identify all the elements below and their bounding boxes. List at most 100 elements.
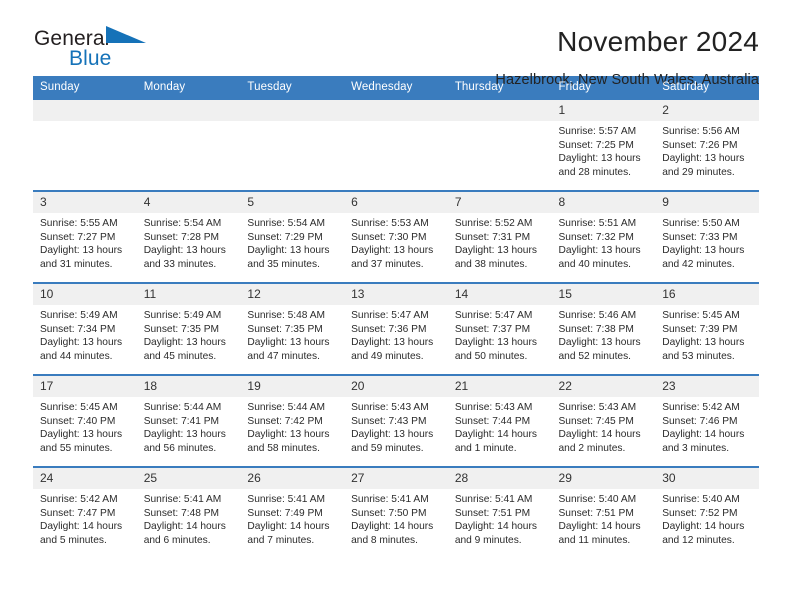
- day-number: [136, 100, 241, 121]
- day-number: 28: [447, 468, 552, 489]
- day-number: 22: [551, 376, 656, 397]
- calendar-day-cell[interactable]: 7 Sunrise: 5:52 AM Sunset: 7:31 PM Daylight…: [447, 190, 552, 283]
- day-cell-inner: 15 Sunrise: 5:46 AM Sunset: 7:38 PM Dayligh…: [551, 284, 656, 374]
- calendar-day-cell-empty: [344, 98, 448, 191]
- day-details: [344, 121, 448, 125]
- day-cell-inner: 20 Sunrise: 5:43 AM Sunset: 7:43 PM Dayligh…: [344, 376, 448, 466]
- calendar-day-cell[interactable]: 16 Sunrise: 5:45 AM Sunset: 7:39 PM Dayligh…: [655, 282, 759, 375]
- calendar-day-cell[interactable]: 4 Sunrise: 5:54 AM Sunset: 7:28 PM Daylight…: [136, 190, 241, 283]
- day-cell-inner: [344, 100, 448, 190]
- calendar-day-cell[interactable]: 27 Sunrise: 5:41 AM Sunset: 7:50 PM Dayligh…: [344, 466, 448, 558]
- sunrise-time: Sunrise: 5:53 AM: [351, 218, 429, 229]
- daylight-duration-cont: and 49 minutes.: [351, 350, 424, 362]
- day-cell-inner: 19 Sunrise: 5:44 AM Sunset: 7:42 PM Dayligh…: [240, 376, 345, 466]
- blue-triangle-flag-icon: [106, 24, 148, 51]
- day-details: Sunrise: 5:44 AM Sunset: 7:42 PM Daylight:…: [240, 397, 344, 455]
- day-details: Sunrise: 5:45 AM Sunset: 7:40 PM Daylight:…: [33, 397, 137, 455]
- calendar-day-cell[interactable]: 28 Sunrise: 5:41 AM Sunset: 7:51 PM Dayligh…: [447, 466, 552, 558]
- day-cell-inner: 8 Sunrise: 5:51 AM Sunset: 7:32 PM Daylight…: [551, 192, 656, 282]
- daylight-duration: Daylight: 14 hours: [247, 521, 330, 533]
- daylight-duration: Daylight: 14 hours: [40, 521, 123, 533]
- day-number: [447, 100, 552, 121]
- daylight-duration-cont: and 9 minutes.: [454, 534, 522, 546]
- daylight-duration: Daylight: 14 hours: [143, 521, 226, 533]
- day-details: Sunrise: 5:46 AM Sunset: 7:38 PM Daylight:…: [552, 305, 656, 363]
- day-cell-inner: [447, 100, 552, 190]
- day-cell-inner: 30 Sunrise: 5:40 AM Sunset: 7:52 PM Dayligh…: [655, 468, 759, 558]
- daylight-duration: Daylight: 13 hours: [247, 337, 330, 349]
- day-details: Sunrise: 5:49 AM Sunset: 7:34 PM Daylight:…: [33, 305, 137, 363]
- day-number: 21: [447, 376, 552, 397]
- daylight-duration-cont: and 53 minutes.: [662, 350, 735, 362]
- daylight-duration: Daylight: 14 hours: [558, 429, 641, 441]
- calendar-day-cell[interactable]: 25 Sunrise: 5:41 AM Sunset: 7:48 PM Dayligh…: [136, 466, 241, 558]
- daylight-duration: Daylight: 13 hours: [558, 153, 641, 165]
- sunrise-time: Sunrise: 5:45 AM: [40, 402, 118, 413]
- calendar-day-cell[interactable]: 20 Sunrise: 5:43 AM Sunset: 7:43 PM Dayligh…: [344, 374, 448, 467]
- calendar-day-cell[interactable]: 29 Sunrise: 5:40 AM Sunset: 7:51 PM Dayligh…: [551, 466, 656, 558]
- calendar-day-cell[interactable]: 14 Sunrise: 5:47 AM Sunset: 7:37 PM Dayligh…: [447, 282, 552, 375]
- day-details: Sunrise: 5:41 AM Sunset: 7:50 PM Daylight:…: [344, 489, 448, 547]
- sunset-time: Sunset: 7:29 PM: [247, 231, 323, 243]
- calendar-day-cell[interactable]: 21 Sunrise: 5:43 AM Sunset: 7:44 PM Dayligh…: [447, 374, 552, 467]
- day-details: Sunrise: 5:47 AM Sunset: 7:36 PM Daylight:…: [344, 305, 448, 363]
- calendar-day-cell[interactable]: 3 Sunrise: 5:55 AM Sunset: 7:27 PM Daylight…: [33, 190, 137, 283]
- sunrise-time: Sunrise: 5:56 AM: [662, 126, 740, 137]
- calendar-day-cell[interactable]: 2 Sunrise: 5:56 AM Sunset: 7:26 PM Daylight…: [655, 98, 759, 191]
- calendar-day-cell[interactable]: 17 Sunrise: 5:45 AM Sunset: 7:40 PM Dayligh…: [33, 374, 137, 467]
- weekday-header-wednesday: Wednesday: [344, 76, 448, 99]
- calendar-day-cell[interactable]: 10 Sunrise: 5:49 AM Sunset: 7:34 PM Dayligh…: [33, 282, 137, 375]
- day-number: 6: [344, 192, 448, 213]
- sunset-time: Sunset: 7:36 PM: [351, 323, 427, 335]
- day-cell-inner: 11 Sunrise: 5:49 AM Sunset: 7:35 PM Dayligh…: [136, 284, 241, 374]
- day-number: 30: [655, 468, 759, 489]
- calendar-day-cell[interactable]: 12 Sunrise: 5:48 AM Sunset: 7:35 PM Dayligh…: [240, 282, 345, 375]
- daylight-duration: Daylight: 13 hours: [558, 245, 641, 257]
- day-number: 11: [136, 284, 241, 305]
- day-number: 8: [551, 192, 656, 213]
- brand-logo[interactable]: General Blue: [33, 24, 214, 70]
- calendar-day-cell[interactable]: 23 Sunrise: 5:42 AM Sunset: 7:46 PM Dayligh…: [655, 374, 759, 467]
- calendar-day-cell[interactable]: 22 Sunrise: 5:43 AM Sunset: 7:45 PM Dayligh…: [551, 374, 656, 467]
- calendar-day-cell[interactable]: 24 Sunrise: 5:42 AM Sunset: 7:47 PM Dayligh…: [33, 466, 137, 558]
- title-block: November 2024 Hazelbrook, New South Wale…: [495, 24, 759, 89]
- daylight-duration-cont: and 42 minutes.: [662, 258, 735, 270]
- daylight-duration-cont: and 3 minutes.: [662, 442, 730, 454]
- calendar-day-cell[interactable]: 18 Sunrise: 5:44 AM Sunset: 7:41 PM Dayligh…: [136, 374, 241, 467]
- calendar-day-cell[interactable]: 26 Sunrise: 5:41 AM Sunset: 7:49 PM Dayligh…: [240, 466, 345, 558]
- daylight-duration-cont: and 40 minutes.: [558, 258, 632, 270]
- sunrise-time: Sunrise: 5:41 AM: [143, 494, 222, 505]
- day-details: [448, 121, 552, 125]
- day-details: Sunrise: 5:50 AM Sunset: 7:33 PM Daylight:…: [655, 213, 759, 271]
- calendar-day-cell[interactable]: 8 Sunrise: 5:51 AM Sunset: 7:32 PM Daylight…: [551, 190, 656, 283]
- calendar-day-cell[interactable]: 13 Sunrise: 5:47 AM Sunset: 7:36 PM Dayligh…: [344, 282, 448, 375]
- sunrise-time: Sunrise: 5:43 AM: [558, 402, 637, 413]
- sunrise-time: Sunrise: 5:52 AM: [454, 218, 533, 229]
- daylight-duration: Daylight: 13 hours: [454, 337, 537, 349]
- sunset-time: Sunset: 7:52 PM: [662, 507, 738, 519]
- day-cell-inner: 22 Sunrise: 5:43 AM Sunset: 7:45 PM Dayligh…: [551, 376, 656, 466]
- calendar-day-cell[interactable]: 19 Sunrise: 5:44 AM Sunset: 7:42 PM Dayligh…: [240, 374, 345, 467]
- calendar-day-cell[interactable]: 1 Sunrise: 5:57 AM Sunset: 7:25 PM Daylight…: [551, 98, 656, 191]
- calendar-day-cell[interactable]: 15 Sunrise: 5:46 AM Sunset: 7:38 PM Dayligh…: [551, 282, 656, 375]
- day-cell-inner: 16 Sunrise: 5:45 AM Sunset: 7:39 PM Dayligh…: [655, 284, 759, 374]
- calendar-day-cell[interactable]: 11 Sunrise: 5:49 AM Sunset: 7:35 PM Dayligh…: [136, 282, 241, 375]
- daylight-duration: Daylight: 13 hours: [143, 429, 226, 441]
- sunrise-time: Sunrise: 5:41 AM: [247, 494, 325, 505]
- day-cell-inner: 18 Sunrise: 5:44 AM Sunset: 7:41 PM Dayligh…: [136, 376, 241, 466]
- sunset-time: Sunset: 7:48 PM: [143, 507, 220, 519]
- calendar-day-cell[interactable]: 5 Sunrise: 5:54 AM Sunset: 7:29 PM Daylight…: [240, 190, 345, 283]
- sunrise-time: Sunrise: 5:50 AM: [662, 218, 740, 229]
- sunset-time: Sunset: 7:40 PM: [40, 415, 116, 427]
- day-cell-inner: 14 Sunrise: 5:47 AM Sunset: 7:37 PM Dayligh…: [447, 284, 552, 374]
- day-details: [137, 121, 241, 125]
- calendar-day-cell[interactable]: 6 Sunrise: 5:53 AM Sunset: 7:30 PM Daylight…: [344, 190, 448, 283]
- sunset-time: Sunset: 7:50 PM: [351, 507, 427, 519]
- sunrise-time: Sunrise: 5:42 AM: [40, 494, 118, 505]
- daylight-duration-cont: and 45 minutes.: [143, 350, 217, 362]
- calendar-day-cell[interactable]: 9 Sunrise: 5:50 AM Sunset: 7:33 PM Daylight…: [655, 190, 759, 283]
- daylight-duration-cont: and 28 minutes.: [558, 166, 632, 178]
- brand-name-blue: Blue: [69, 47, 112, 70]
- calendar-day-cell[interactable]: 30 Sunrise: 5:40 AM Sunset: 7:52 PM Dayligh…: [655, 466, 759, 558]
- day-details: Sunrise: 5:56 AM Sunset: 7:26 PM Daylight:…: [655, 121, 759, 179]
